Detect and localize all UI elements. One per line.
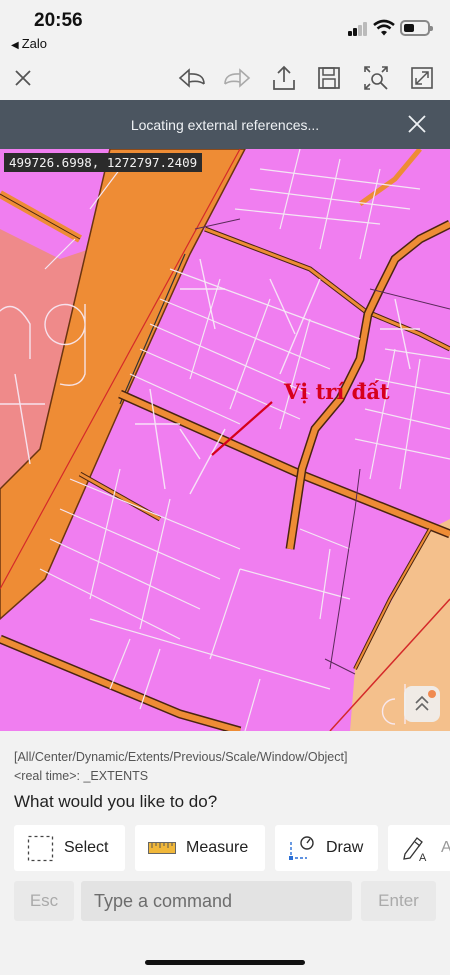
draw-arc-icon bbox=[289, 836, 314, 860]
back-triangle-icon: ◀ bbox=[11, 40, 19, 51]
home-indicator[interactable] bbox=[145, 960, 305, 965]
notification-dot bbox=[428, 690, 436, 698]
status-bar: 20:56 ◀ Zalo bbox=[0, 0, 450, 56]
share-button[interactable] bbox=[268, 62, 300, 94]
save-button[interactable] bbox=[313, 62, 345, 94]
command-panel: [All/Center/Dynamic/Extents/Previous/Sca… bbox=[0, 731, 450, 975]
redo-icon bbox=[224, 68, 251, 88]
select-button[interactable]: Select bbox=[14, 825, 125, 871]
command-history: [All/Center/Dynamic/Extents/Previous/Sca… bbox=[14, 748, 347, 786]
map-annotation: Vị trí đất bbox=[284, 379, 390, 404]
drawing-toolbar bbox=[0, 56, 450, 100]
annotate-button[interactable]: A A bbox=[388, 825, 450, 871]
measure-label: Measure bbox=[186, 839, 249, 856]
expand-panel-button[interactable] bbox=[404, 686, 440, 722]
wifi-icon bbox=[373, 19, 395, 36]
fullscreen-icon bbox=[411, 67, 433, 89]
back-to-app[interactable]: ◀ Zalo bbox=[11, 36, 47, 51]
svg-text:A: A bbox=[419, 852, 427, 862]
zoom-extents-button[interactable] bbox=[360, 62, 392, 94]
esc-button[interactable]: Esc bbox=[14, 881, 74, 921]
battery-icon bbox=[400, 20, 433, 36]
draw-button[interactable]: Draw bbox=[275, 825, 378, 871]
close-icon bbox=[15, 70, 31, 86]
history-line: [All/Center/Dynamic/Extents/Previous/Sca… bbox=[14, 750, 348, 764]
zoom-extents-icon bbox=[364, 66, 388, 90]
ruler-icon bbox=[148, 842, 176, 854]
fullscreen-button[interactable] bbox=[406, 62, 438, 94]
undo-icon bbox=[178, 68, 205, 88]
cellular-signal-icon bbox=[348, 22, 370, 36]
enter-button[interactable]: Enter bbox=[361, 881, 436, 921]
select-box-icon bbox=[27, 835, 54, 861]
redo-button[interactable] bbox=[221, 62, 253, 94]
notification-message: Locating external references... bbox=[130, 117, 320, 133]
measure-button[interactable]: Measure bbox=[135, 825, 265, 871]
draw-label: Draw bbox=[326, 839, 364, 856]
notification-banner: Locating external references... bbox=[0, 100, 450, 149]
notification-close-icon[interactable] bbox=[406, 113, 428, 135]
drawing-canvas[interactable]: 499726.6998, 1272797.2409 Vị trí đất bbox=[0, 149, 450, 731]
share-icon bbox=[273, 65, 295, 90]
coordinate-readout: 499726.6998, 1272797.2409 bbox=[4, 153, 203, 172]
select-label: Select bbox=[64, 839, 109, 856]
battery-level bbox=[404, 24, 414, 32]
close-button[interactable] bbox=[7, 62, 39, 94]
save-icon bbox=[318, 67, 340, 89]
annotate-label: A bbox=[441, 839, 450, 856]
back-app-label: Zalo bbox=[21, 36, 47, 51]
command-input[interactable] bbox=[81, 881, 352, 921]
history-line: <real time>: _EXTENTS bbox=[14, 769, 149, 783]
annotate-pen-icon: A bbox=[403, 837, 427, 862]
cad-drawing bbox=[0, 149, 450, 731]
undo-button[interactable] bbox=[176, 62, 208, 94]
command-prompt: What would you like to do? bbox=[14, 792, 218, 811]
clock: 20:56 bbox=[34, 10, 83, 31]
